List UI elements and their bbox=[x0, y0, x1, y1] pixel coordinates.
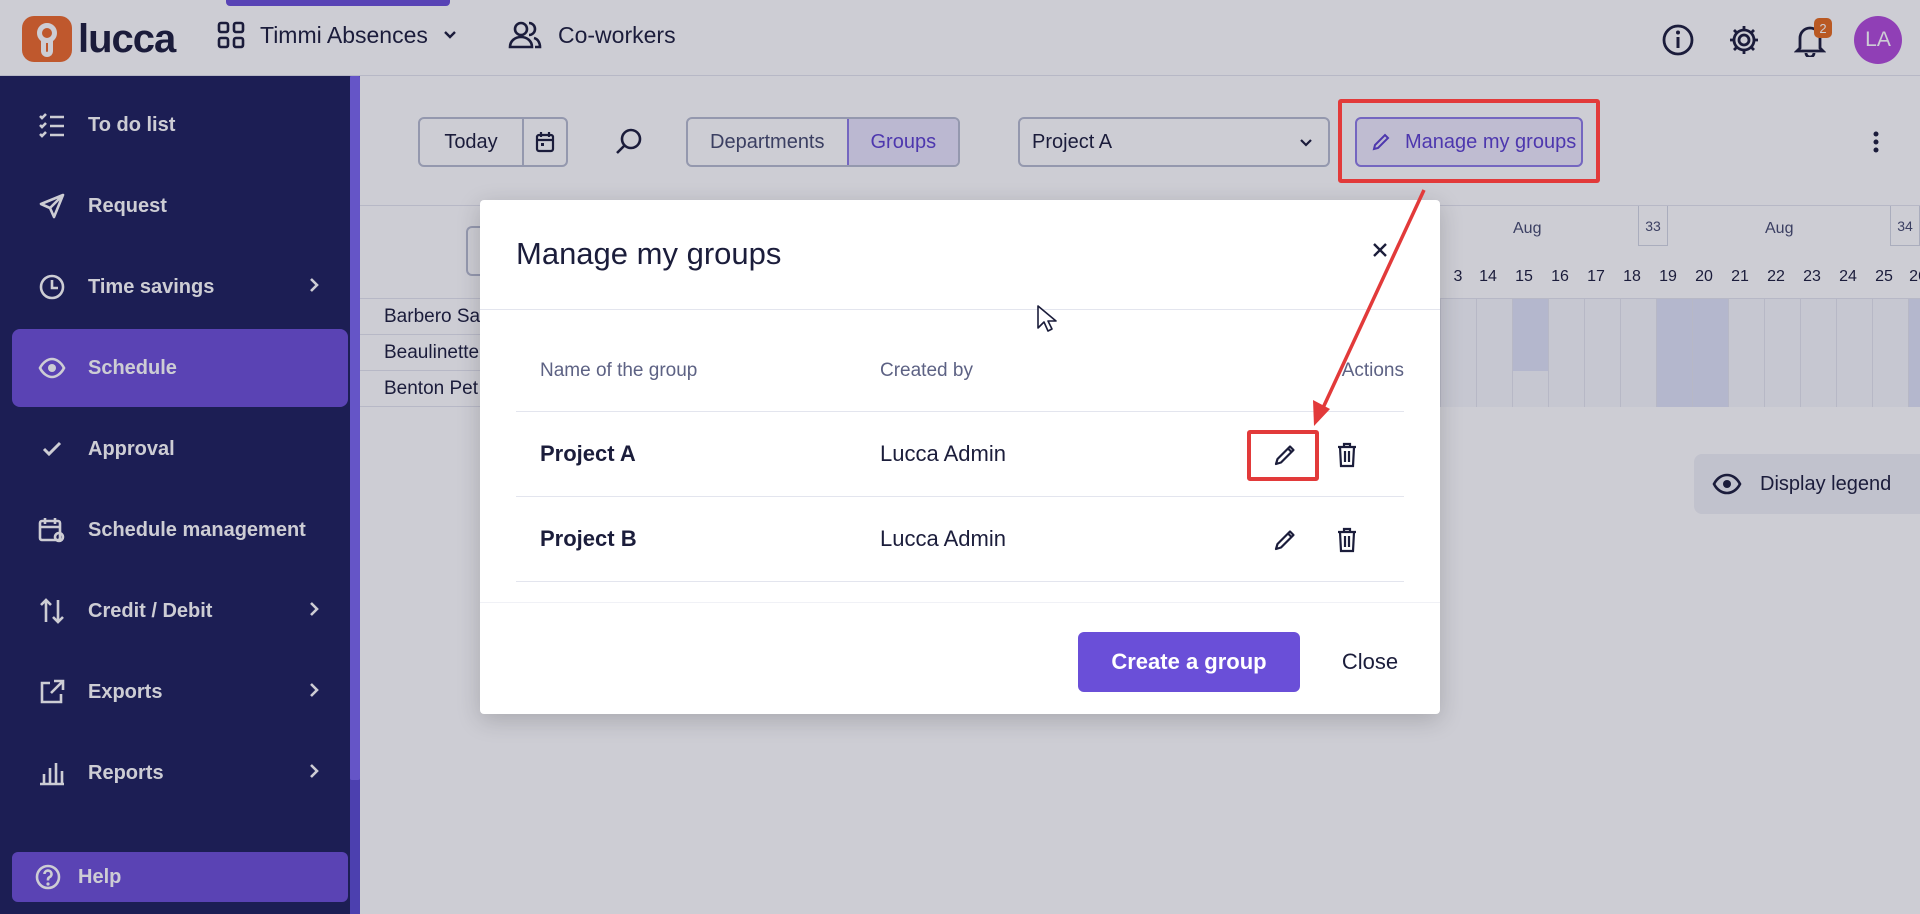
dialog-title: Manage my groups bbox=[516, 236, 782, 271]
dialog-header: Manage my groups bbox=[480, 200, 1440, 310]
close-icon[interactable] bbox=[1368, 238, 1392, 262]
group-name: Project A bbox=[540, 441, 636, 466]
edit-pencil-icon[interactable] bbox=[1270, 525, 1300, 555]
group-created-by: Lucca Admin bbox=[880, 526, 1006, 551]
create-group-button[interactable]: Create a group bbox=[1078, 632, 1300, 692]
annotation-highlight-edit-icon bbox=[1247, 430, 1319, 481]
delete-trash-icon[interactable] bbox=[1332, 440, 1362, 470]
group-name: Project B bbox=[540, 526, 637, 551]
dialog-footer: Create a group Close bbox=[480, 602, 1440, 714]
table-row: Project B Lucca Admin bbox=[516, 497, 1404, 582]
annotation-highlight-manage-button bbox=[1338, 99, 1600, 183]
column-header-created-by: Created by bbox=[880, 360, 973, 381]
group-created-by: Lucca Admin bbox=[880, 441, 1006, 466]
column-header-name: Name of the group bbox=[540, 360, 698, 381]
close-button[interactable]: Close bbox=[1316, 632, 1424, 692]
table-header: Name of the group Created by Actions bbox=[516, 336, 1404, 412]
mouse-cursor-icon bbox=[1037, 305, 1057, 332]
column-header-actions: Actions bbox=[1341, 360, 1404, 381]
delete-trash-icon[interactable] bbox=[1332, 525, 1362, 555]
